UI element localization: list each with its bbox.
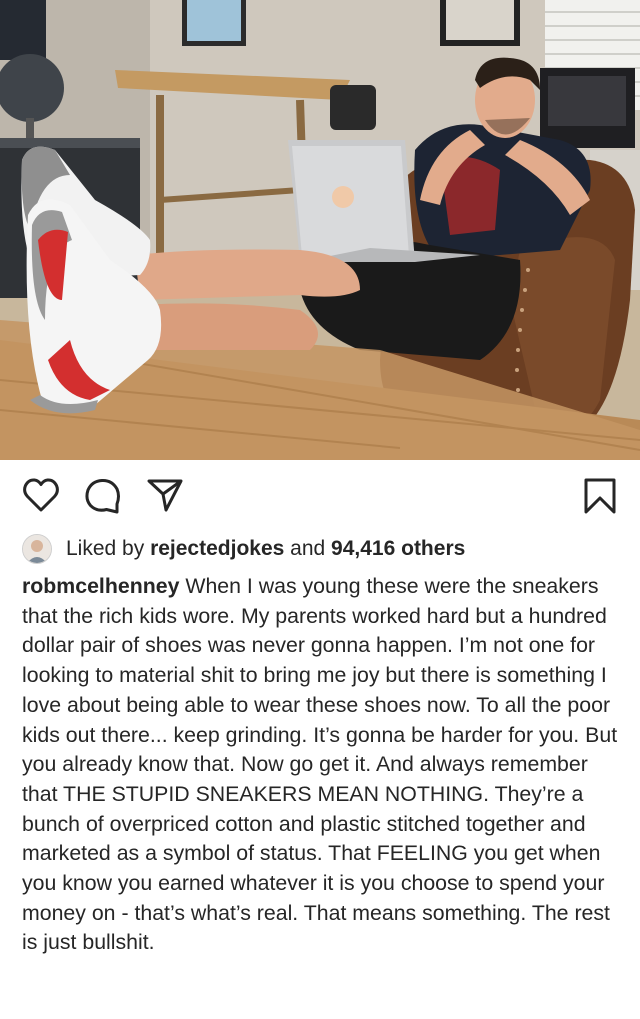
post-photo[interactable] — [0, 0, 640, 460]
caption-text: When I was young these were the sneakers… — [22, 574, 618, 955]
author-username-link[interactable]: robmcelhenney — [22, 574, 179, 598]
post-action-bar — [0, 460, 640, 530]
likes-count-link[interactable]: 94,416 others — [331, 537, 465, 561]
liked-by-user-link[interactable]: rejectedjokes — [150, 537, 284, 561]
comment-icon[interactable] — [84, 477, 122, 520]
heart-icon[interactable] — [22, 477, 60, 518]
likes-summary: Liked by rejectedjokes and 94,416 others — [22, 532, 465, 566]
post-caption: robmcelhenney When I was young these wer… — [22, 572, 622, 958]
avatar[interactable] — [22, 534, 52, 564]
send-icon[interactable] — [146, 477, 184, 518]
likes-prefix: Liked by — [66, 537, 145, 560]
likes-and: and — [290, 537, 326, 560]
bookmark-icon[interactable] — [583, 477, 617, 520]
